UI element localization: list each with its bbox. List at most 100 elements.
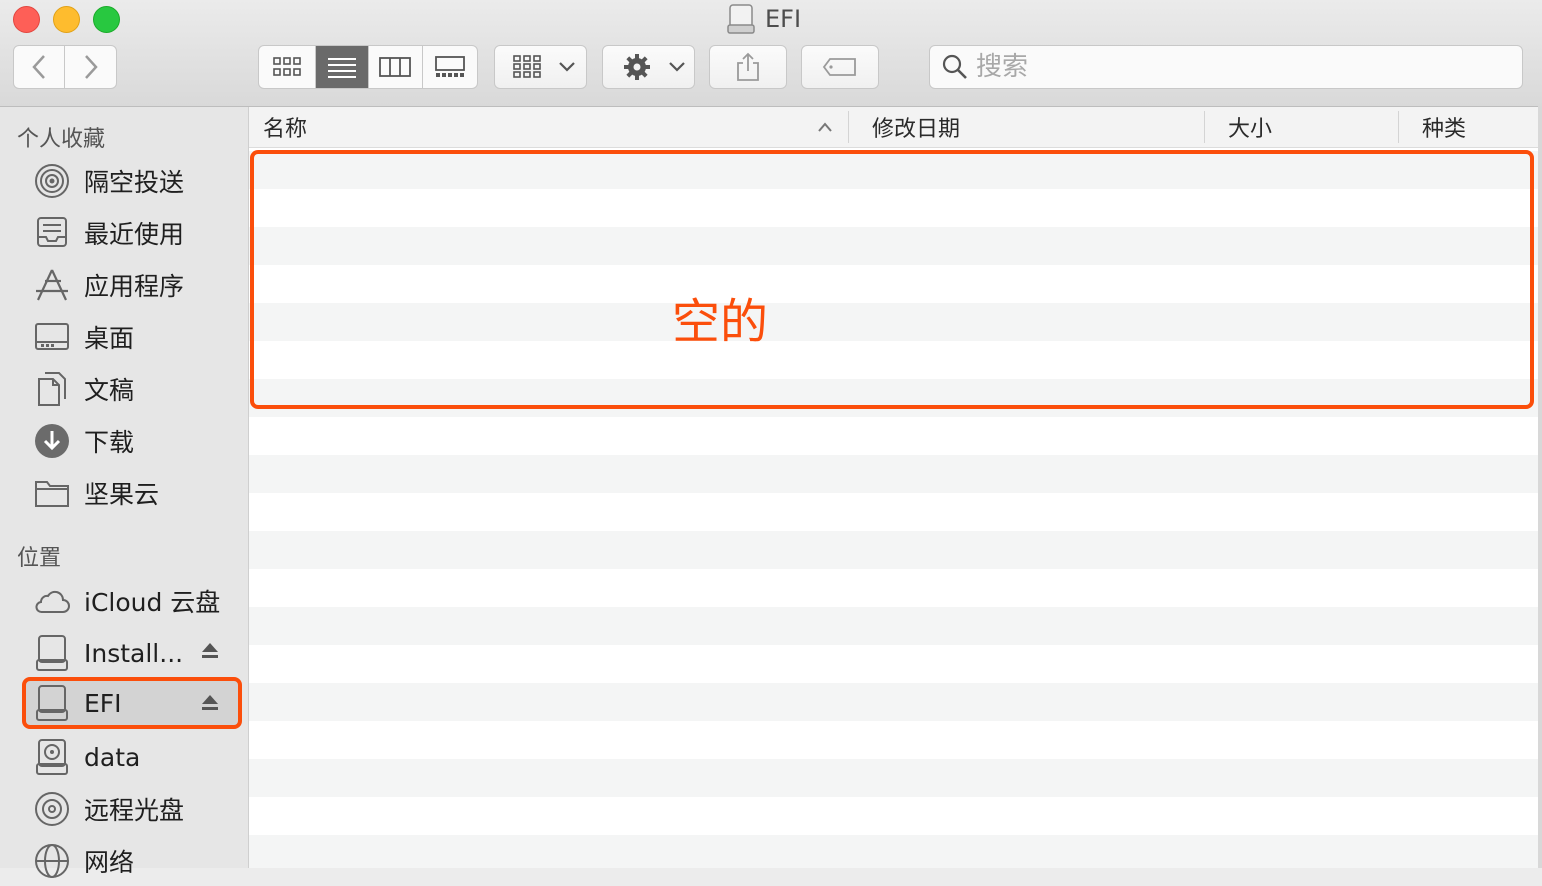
icon-view-button[interactable] [259, 46, 317, 88]
sidebar-item-data[interactable]: data [22, 732, 242, 782]
empty-annotation: 空的 [672, 294, 769, 350]
column-header-label: 大小 [1228, 117, 1273, 142]
navigation-buttons [13, 45, 117, 89]
column-view-button[interactable] [369, 46, 423, 88]
column-header-date-modified[interactable]: 修改日期 [872, 107, 1202, 147]
sidebar-item-network[interactable]: 网络 [22, 836, 242, 886]
forward-button[interactable] [65, 46, 116, 88]
list-row-stripe [249, 759, 1538, 797]
list-row-stripe [249, 531, 1538, 569]
sidebar-section-favorites: 个人收藏 [17, 127, 106, 152]
disk-icon [727, 4, 755, 34]
sidebar-item-label: 坚果云 [84, 480, 160, 509]
sidebar-item-efi[interactable]: EFI [22, 677, 242, 729]
chevron-left-icon [32, 55, 45, 79]
chevron-down-icon [669, 62, 685, 72]
sidebar-item-recents[interactable]: 最近使用 [22, 208, 242, 258]
list-row-stripe [249, 455, 1538, 493]
icon-grid-icon [273, 57, 302, 76]
list-icon [328, 58, 357, 78]
close-button[interactable] [13, 6, 40, 33]
list-header: 名称 修改日期 大小 种类 [249, 107, 1538, 148]
gallery-icon [434, 56, 465, 77]
disk-icon [32, 683, 72, 723]
column-header-kind[interactable]: 种类 [1422, 107, 1532, 147]
sort-ascending-icon [818, 122, 832, 132]
eject-icon[interactable] [200, 693, 220, 713]
sidebar-item-label: Install... [84, 638, 184, 668]
disk-icon [32, 633, 72, 673]
toolbar: EFI [0, 0, 1542, 107]
sidebar-item-label: 隔空投送 [84, 168, 185, 197]
share-button[interactable] [709, 45, 787, 89]
tags-button[interactable] [801, 45, 879, 89]
sidebar-item-label: EFI [84, 688, 122, 718]
window-title: EFI [727, 2, 801, 36]
list-row-stripe [249, 835, 1538, 868]
column-header-label: 种类 [1422, 117, 1467, 142]
sidebar-item-install[interactable]: Install... [22, 628, 242, 678]
search-icon [942, 54, 967, 79]
sidebar-item-label: 最近使用 [84, 220, 185, 249]
column-divider[interactable] [848, 111, 849, 143]
window-title-text: EFI [765, 5, 802, 33]
column-header-name[interactable]: 名称 [263, 107, 843, 147]
sidebar: 个人收藏 隔空投送 最近使用 应用程序 桌面 文稿 下载 坚果云 位置 iClo… [0, 107, 249, 878]
sidebar-item-airdrop[interactable]: 隔空投送 [22, 156, 242, 206]
icloud-icon [32, 581, 72, 621]
downloads-icon [32, 421, 72, 461]
column-divider[interactable] [1204, 111, 1205, 143]
sidebar-item-label: 文稿 [84, 376, 135, 405]
eject-icon[interactable] [200, 641, 220, 661]
optical-disc-icon [32, 789, 72, 829]
group-by-button[interactable] [494, 45, 587, 89]
sidebar-item-applications[interactable]: 应用程序 [22, 260, 242, 310]
hard-drive-icon [32, 737, 72, 777]
sidebar-item-label: 远程光盘 [84, 796, 185, 825]
recents-icon [32, 213, 72, 253]
sidebar-item-documents[interactable]: 文稿 [22, 364, 242, 414]
view-mode-control [258, 45, 478, 89]
sidebar-item-desktop[interactable]: 桌面 [22, 312, 242, 362]
chevron-down-icon [559, 62, 575, 72]
empty-area-highlight [250, 150, 1534, 409]
sidebar-item-label: 网络 [84, 848, 135, 877]
list-view-button[interactable] [316, 46, 369, 88]
sidebar-item-icloud[interactable]: iCloud 云盘 [22, 576, 242, 626]
column-header-label: 修改日期 [872, 117, 961, 142]
back-button[interactable] [14, 46, 65, 88]
columns-icon [379, 57, 412, 77]
column-divider[interactable] [1398, 111, 1399, 143]
applications-icon [32, 265, 72, 305]
window-edge [1538, 106, 1542, 868]
sidebar-item-label: 应用程序 [84, 272, 185, 301]
gallery-view-button[interactable] [423, 46, 478, 88]
sidebar-item-remote-disc[interactable]: 远程光盘 [22, 784, 242, 834]
column-header-size[interactable]: 大小 [1228, 107, 1418, 147]
zoom-button[interactable] [93, 6, 120, 33]
search-field[interactable] [929, 45, 1523, 89]
airdrop-icon [32, 161, 72, 201]
network-icon [32, 841, 72, 881]
sidebar-item-label: iCloud 云盘 [84, 588, 221, 617]
sidebar-item-downloads[interactable]: 下载 [22, 416, 242, 466]
search-input[interactable] [974, 51, 1498, 83]
sidebar-item-jianguoyun[interactable]: 坚果云 [22, 468, 242, 518]
minimize-button[interactable] [53, 6, 80, 33]
folder-icon [32, 473, 72, 513]
share-icon [737, 52, 759, 81]
grid-icon [513, 55, 541, 78]
sidebar-section-locations: 位置 [17, 546, 62, 571]
action-menu-button[interactable] [602, 45, 695, 89]
documents-icon [32, 369, 72, 409]
chevron-right-icon [84, 55, 98, 79]
list-row-stripe [249, 683, 1538, 721]
column-header-label: 名称 [263, 117, 308, 142]
sidebar-item-label: data [84, 742, 141, 772]
sidebar-item-label: 下载 [84, 428, 135, 457]
desktop-icon [32, 317, 72, 357]
list-row-stripe [249, 607, 1538, 645]
sidebar-item-label: 桌面 [84, 324, 135, 353]
tag-icon [822, 58, 856, 76]
gear-icon [624, 54, 650, 80]
